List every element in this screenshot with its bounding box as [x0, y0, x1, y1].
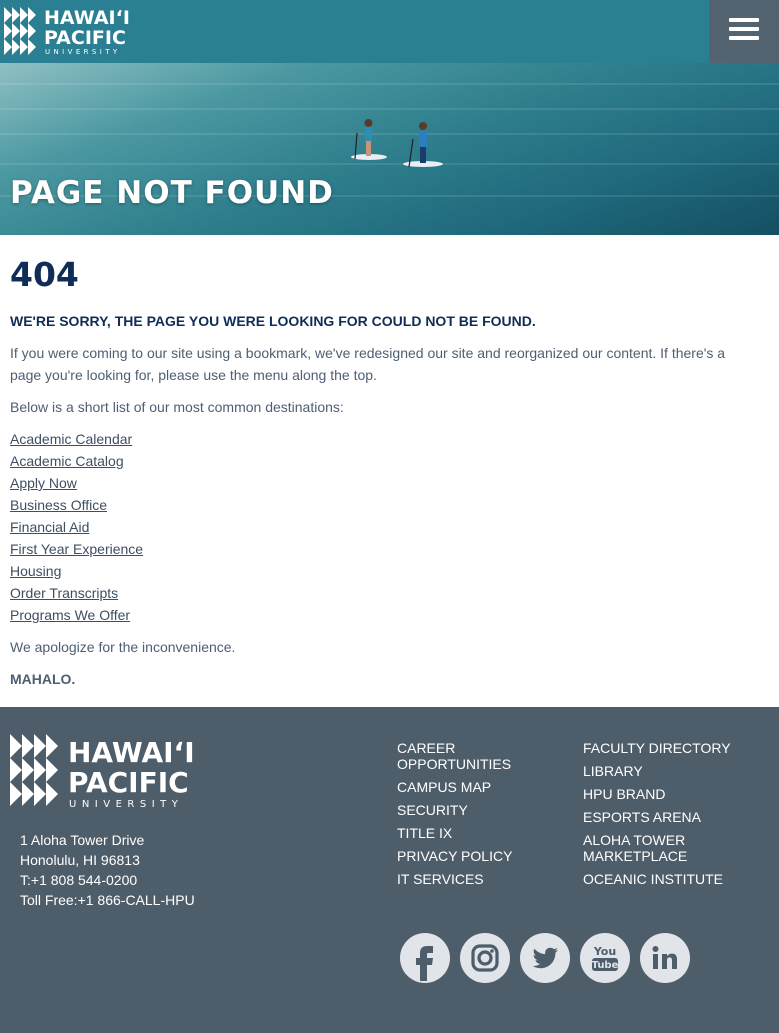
address-street: 1 Aloha Tower Drive — [20, 832, 145, 848]
list-item: CAREER OPPORTUNITIES — [397, 740, 557, 772]
footer-links-column-2: FACULTY DIRECTORY LIBRARY HPU BRAND ESPO… — [583, 740, 773, 894]
link-security[interactable]: SECURITY — [397, 802, 468, 818]
link-hpu-brand[interactable]: HPU BRAND — [583, 786, 665, 802]
destination-links: Academic Calendar Academic Catalog Apply… — [10, 428, 760, 626]
link-it-services[interactable]: IT SERVICES — [397, 871, 484, 887]
list-item: Housing — [10, 560, 760, 582]
svg-text:PACIFIC: PACIFIC — [68, 766, 189, 799]
link-first-year-experience[interactable]: First Year Experience — [10, 541, 143, 557]
svg-text:You: You — [593, 945, 616, 958]
list-item: Business Office — [10, 494, 760, 516]
link-programs-we-offer[interactable]: Programs We Offer — [10, 607, 130, 623]
address-tollfree[interactable]: Toll Free:+1 866-CALL-HPU — [20, 890, 195, 910]
link-academic-catalog[interactable]: Academic Catalog — [10, 453, 124, 469]
link-privacy-policy[interactable]: PRIVACY POLICY — [397, 848, 512, 864]
linkedin-icon — [652, 946, 677, 969]
list-item: OCEANIC INSTITUTE — [583, 871, 773, 887]
error-code: 404 — [10, 255, 79, 294]
link-esports-arena[interactable]: ESPORTS ARENA — [583, 809, 701, 825]
intro-text: If you were coming to our site using a b… — [10, 345, 726, 383]
link-academic-calendar[interactable]: Academic Calendar — [10, 431, 132, 447]
list-item: LIBRARY — [583, 763, 773, 779]
link-aloha-tower-marketplace[interactable]: ALOHA TOWER MARKETPLACE — [583, 832, 687, 864]
link-oceanic-institute[interactable]: OCEANIC INSTITUTE — [583, 871, 723, 887]
page-title: PAGE NOT FOUND — [10, 175, 334, 211]
youtube-link[interactable]: You Tube — [580, 933, 630, 983]
site-footer: HAWAIʻI PACIFIC UNIVERSITY 1 Aloha Tower… — [0, 707, 779, 1033]
link-title-ix[interactable]: TITLE IX — [397, 825, 452, 841]
list-item: Academic Calendar — [10, 428, 760, 450]
link-campus-map[interactable]: CAMPUS MAP — [397, 779, 491, 795]
link-order-transcripts[interactable]: Order Transcripts — [10, 585, 118, 601]
svg-text:UNIVERSITY: UNIVERSITY — [45, 48, 121, 56]
youtube-icon: You Tube — [592, 945, 619, 971]
list-item: CAMPUS MAP — [397, 779, 557, 795]
list-item: FACULTY DIRECTORY — [583, 740, 773, 756]
list-item: TITLE IX — [397, 825, 557, 841]
svg-text:UNIVERSITY: UNIVERSITY — [69, 799, 183, 810]
hamburger-menu-icon — [729, 18, 759, 22]
link-apply-now[interactable]: Apply Now — [10, 475, 77, 491]
list-item: IT SERVICES — [397, 871, 557, 887]
twitter-link[interactable] — [520, 933, 570, 983]
mahalo-text: MAHALO. — [10, 671, 76, 687]
menu-button[interactable] — [709, 0, 779, 63]
address-city: Honolulu, HI 96813 — [20, 852, 140, 868]
link-library[interactable]: LIBRARY — [583, 763, 643, 779]
list-item: Financial Aid — [10, 516, 760, 538]
list-item: SECURITY — [397, 802, 557, 818]
list-item: Apply Now — [10, 472, 760, 494]
hpu-logo[interactable]: HAWAIʻI PACIFIC UNIVERSITY — [4, 4, 150, 56]
site-header: HAWAIʻI PACIFIC UNIVERSITY — [0, 0, 779, 63]
link-career-opportunities[interactable]: CAREER OPPORTUNITIES — [397, 740, 511, 772]
linkedin-link[interactable] — [640, 933, 690, 983]
hero-banner: PAGE NOT FOUND — [0, 63, 779, 235]
list-item: Academic Catalog — [10, 450, 760, 472]
instagram-link[interactable] — [460, 933, 510, 983]
apology-text: We apologize for the inconvenience. — [10, 639, 236, 655]
facebook-icon — [416, 946, 433, 981]
campus-address: 1 Aloha Tower Drive Honolulu, HI 96813 T… — [20, 830, 195, 910]
list-item: HPU BRAND — [583, 786, 773, 802]
svg-text:HAWAIʻI: HAWAIʻI — [44, 7, 130, 29]
hpu-footer-logo[interactable]: HAWAIʻI PACIFIC UNIVERSITY — [10, 732, 232, 810]
link-financial-aid[interactable]: Financial Aid — [10, 519, 89, 535]
list-item: ALOHA TOWER MARKETPLACE — [583, 832, 773, 864]
list-item: Order Transcripts — [10, 582, 760, 604]
hero-photo-paddleboarders — [351, 119, 443, 168]
address-phone[interactable]: T:+1 808 544-0200 — [20, 870, 195, 890]
facebook-link[interactable] — [400, 933, 450, 983]
svg-text:Tube: Tube — [592, 960, 619, 971]
instagram-icon — [471, 944, 499, 972]
svg-text:HAWAIʻI: HAWAIʻI — [68, 736, 195, 769]
footer-links-column-1: CAREER OPPORTUNITIES CAMPUS MAP SECURITY… — [397, 740, 557, 894]
list-item: First Year Experience — [10, 538, 760, 560]
twitter-icon — [532, 947, 558, 969]
svg-text:PACIFIC: PACIFIC — [44, 27, 126, 49]
list-item: ESPORTS ARENA — [583, 809, 773, 825]
list-item: PRIVACY POLICY — [397, 848, 557, 864]
link-business-office[interactable]: Business Office — [10, 497, 107, 513]
list-item: Programs We Offer — [10, 604, 760, 626]
list-intro-text: Below is a short list of our most common… — [10, 399, 344, 415]
link-housing[interactable]: Housing — [10, 563, 61, 579]
link-faculty-directory[interactable]: FACULTY DIRECTORY — [583, 740, 731, 756]
main-content: 404 WE'RE SORRY, THE PAGE YOU WERE LOOKI… — [10, 252, 760, 690]
sorry-message: WE'RE SORRY, THE PAGE YOU WERE LOOKING F… — [10, 313, 536, 329]
